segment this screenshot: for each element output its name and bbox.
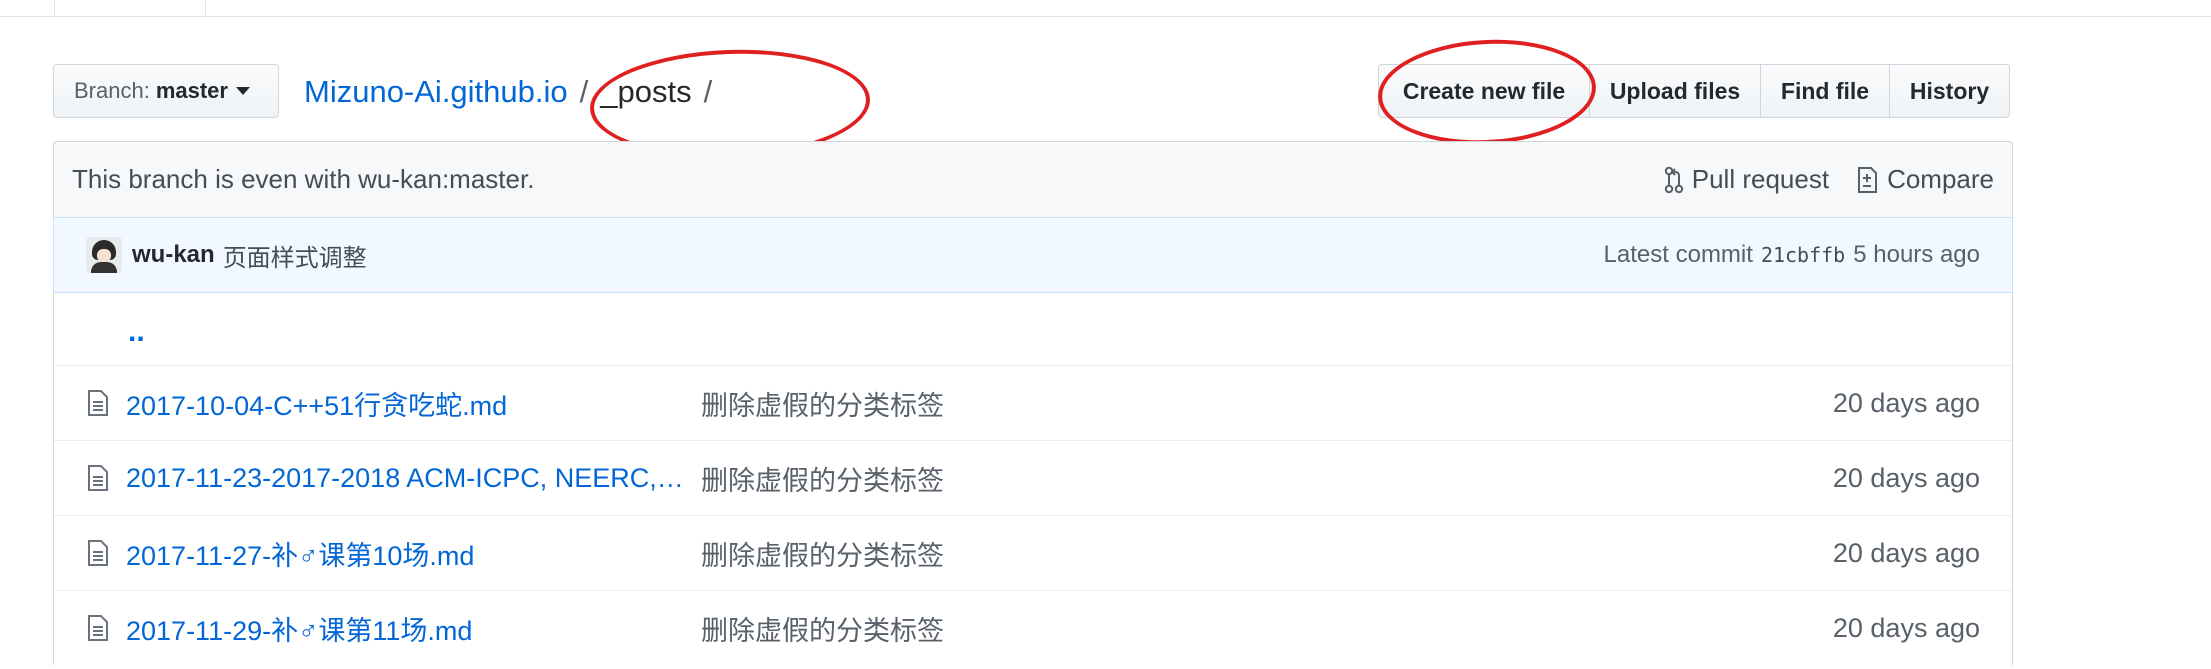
pull-request-icon [1664,166,1683,193]
file-name-link[interactable]: 2017-11-23-2017-2018 ACM-ICPC, NEERC,… [126,463,701,494]
commit-age: 5 hours ago [1853,241,1980,268]
file-list: .. 2017-10-04-C++51行贪吃蛇.md 删除虚假的分类标签 20 … [53,293,2013,665]
file-commit-message[interactable]: 删除虚假的分类标签 [701,459,1833,498]
table-row: 2017-11-29-补♂课第11场.md 删除虚假的分类标签 20 days … [54,590,2012,665]
parent-directory-row: .. [54,293,2012,365]
branch-info-bar: This branch is even with wu-kan:master. … [53,141,2013,217]
file-age: 20 days ago [1832,537,1980,568]
file-age: 20 days ago [1832,387,1980,418]
parent-directory-link[interactable]: .. [128,315,145,349]
commit-sha[interactable]: 21cbffb [1761,243,1845,267]
file-icon [86,464,116,492]
annotation-circle-create-file [1375,34,1599,150]
compare-icon [1858,166,1878,193]
file-name-link[interactable]: 2017-10-04-C++51行贪吃蛇.md [126,384,701,423]
table-row: 2017-11-23-2017-2018 ACM-ICPC, NEERC,… 删… [54,440,2012,515]
compare-label: Compare [1887,164,1994,194]
file-commit-message[interactable]: 删除虚假的分类标签 [701,609,1833,648]
history-button[interactable]: History [1889,64,2010,118]
file-commit-message[interactable]: 删除虚假的分类标签 [701,384,1833,423]
file-age: 20 days ago [1832,612,1980,643]
file-icon [86,614,116,642]
breadcrumb-repo-link[interactable]: Mizuno-Ai.github.io [304,74,568,110]
top-tab-strip [0,0,2211,17]
active-tab[interactable] [54,0,206,16]
branch-prefix: Branch: [74,78,150,103]
file-name-link[interactable]: 2017-11-29-补♂课第11场.md [126,609,701,648]
repo-page: Branch: master Mizuno-Ai.github.io / _po… [0,0,2211,669]
latest-commit-label: Latest commit [1603,241,1753,268]
file-commit-message[interactable]: 删除虚假的分类标签 [701,534,1833,573]
file-age: 20 days ago [1832,462,1980,493]
avatar[interactable] [86,237,122,273]
pull-request-label: Pull request [1691,164,1830,194]
table-row: 2017-10-04-C++51行贪吃蛇.md 删除虚假的分类标签 20 day… [54,365,2012,440]
file-icon [86,539,116,567]
branch-name: master [155,78,228,103]
commit-message[interactable]: 页面样式调整 [223,238,367,273]
upload-files-button[interactable]: Upload files [1589,64,1761,118]
table-row: 2017-11-27-补♂课第10场.md 删除虚假的分类标签 20 days … [54,515,2012,590]
compare-link[interactable]: Compare [1855,164,1994,195]
branch-select-button[interactable]: Branch: master [53,64,279,118]
latest-commit-bar: wu-kan 页面样式调整 Latest commit 21cbffb 5 ho… [53,217,2013,293]
caret-down-icon [235,87,250,95]
commit-author[interactable]: wu-kan [132,241,215,269]
pull-request-link[interactable]: Pull request [1664,164,1829,195]
file-name-link[interactable]: 2017-11-27-补♂课第10场.md [126,534,701,573]
find-file-button[interactable]: Find file [1760,64,1890,118]
branch-status-text: This branch is even with wu-kan:master. [72,164,535,194]
file-icon [86,389,116,417]
breadcrumb-separator: / [579,74,589,109]
